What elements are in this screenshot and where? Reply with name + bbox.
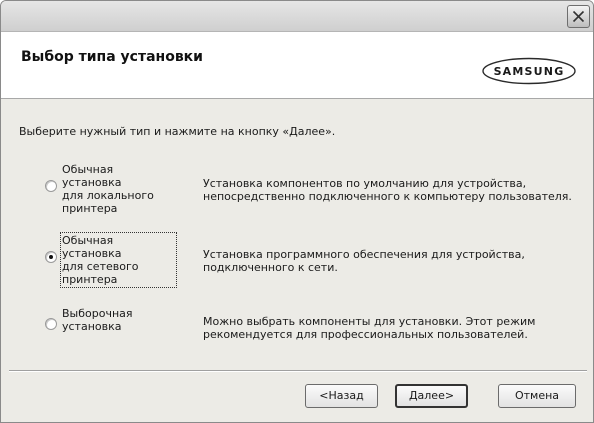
option-description: Можно выбрать компоненты для установки. … <box>203 315 536 341</box>
title-bar[interactable] <box>1 1 593 32</box>
header-panel: Выбор типа установки SAMSUNG <box>1 32 593 99</box>
option-description: Установка компонентов по умолчанию для у… <box>203 177 572 203</box>
option-custom-install[interactable]: Выборочная установка Можно выбрать компо… <box>45 307 565 355</box>
installer-window: Выбор типа установки SAMSUNG Выберите ну… <box>0 0 594 423</box>
footer-divider <box>9 370 587 372</box>
option-label[interactable]: Обычная установка для локального принтер… <box>62 163 175 215</box>
next-button[interactable]: Далее> <box>395 384 468 408</box>
radio-network-printer[interactable] <box>45 251 57 263</box>
instruction-text: Выберите нужный тип и нажмите на кнопку … <box>19 125 336 138</box>
radio-custom-install[interactable] <box>45 318 57 330</box>
option-local-printer[interactable]: Обычная установка для локального принтер… <box>45 162 572 215</box>
samsung-logo: SAMSUNG <box>481 57 577 89</box>
logo-text: SAMSUNG <box>494 65 565 78</box>
close-icon[interactable] <box>572 10 585 23</box>
back-button[interactable]: <Назад <box>305 384 378 408</box>
option-description: Установка программного обеспечения для у… <box>203 248 525 274</box>
option-network-printer[interactable]: Обычная установка для сетевого принтера … <box>45 232 565 288</box>
close-button[interactable] <box>567 5 590 28</box>
option-label[interactable]: Обычная установка для сетевого принтера <box>60 232 177 288</box>
option-label[interactable]: Выборочная установка <box>62 307 175 333</box>
page-title: Выбор типа установки <box>21 49 203 65</box>
radio-local-printer[interactable] <box>45 180 57 192</box>
cancel-button[interactable]: Отмена <box>498 384 576 408</box>
